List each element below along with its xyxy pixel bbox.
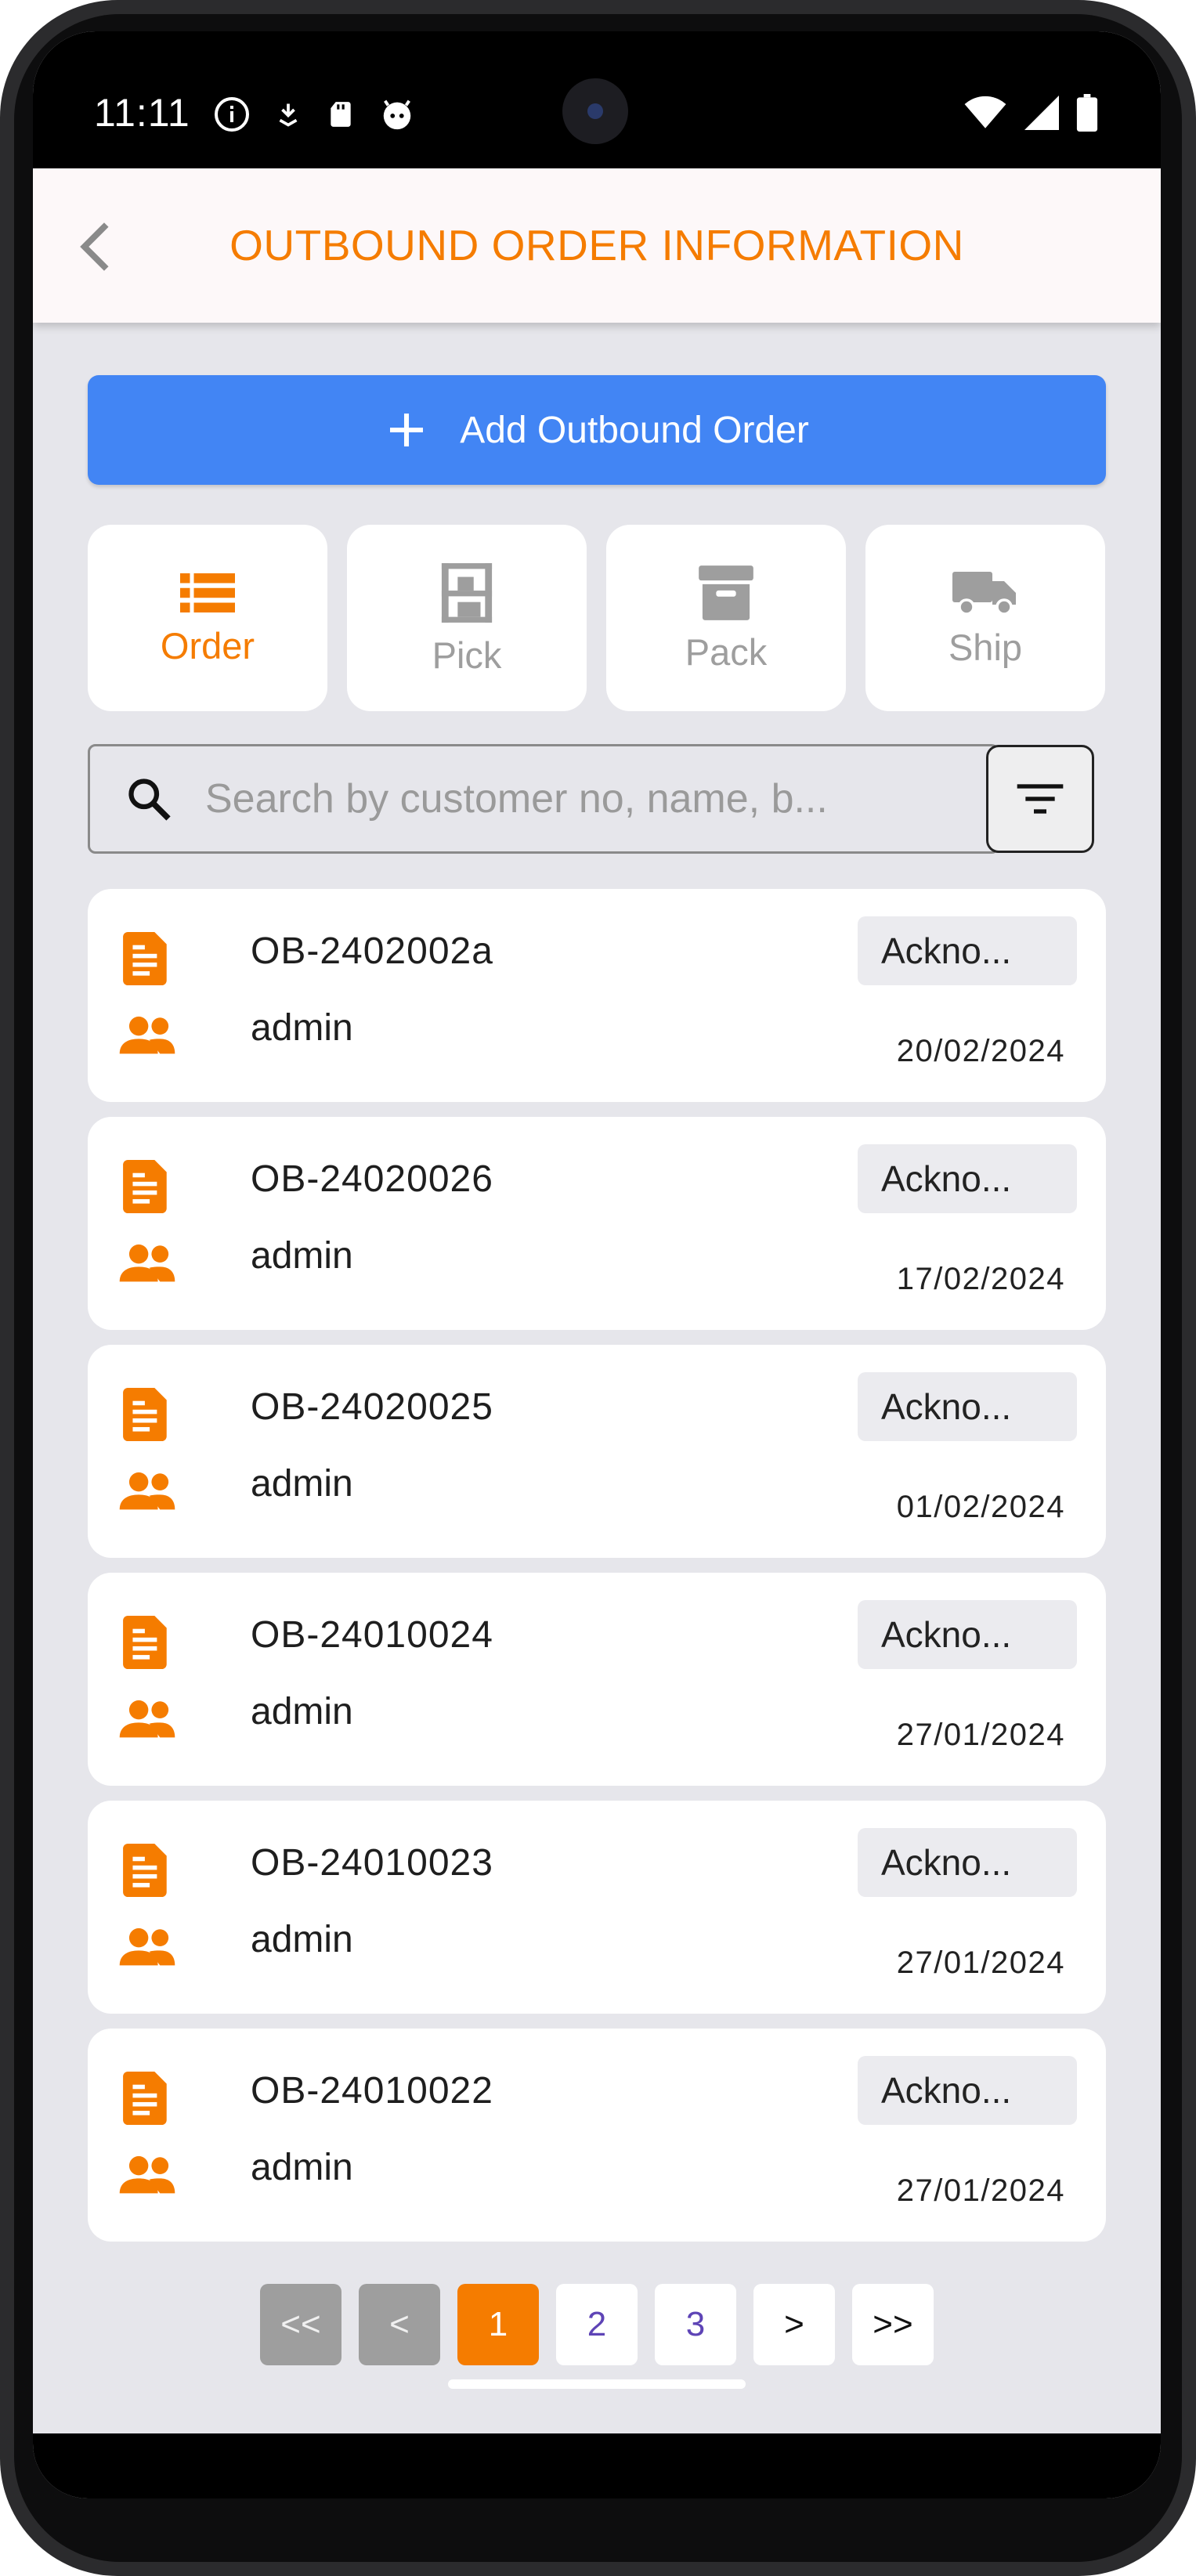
volume-button <box>1193 1018 1196 1253</box>
order-user: admin <box>251 1919 353 1960</box>
order-card[interactable]: OB-24010024 admin Ackno... 27/01/2024 <box>88 1573 1106 1786</box>
tab-ship-label: Ship <box>948 626 1023 668</box>
shelf-icon <box>441 562 493 623</box>
order-card[interactable]: OB-2402002a admin Ackno... 20/02/2024 <box>88 889 1106 1102</box>
order-user: admin <box>251 1691 353 1732</box>
status-badge: Ackno... <box>858 916 1077 985</box>
search-icon <box>128 779 171 821</box>
archive-box-icon <box>699 565 753 620</box>
search-input[interactable] <box>204 775 959 823</box>
tab-pack[interactable]: Pack <box>606 525 846 711</box>
order-number: OB-24010022 <box>251 2070 493 2112</box>
navigation-bar <box>33 2433 1161 2498</box>
status-badge: Ackno... <box>858 1828 1077 1897</box>
search-box[interactable] <box>88 744 999 854</box>
order-user: admin <box>251 2147 353 2188</box>
order-number: OB-24020026 <box>251 1158 493 1200</box>
document-icon <box>122 1388 172 1445</box>
people-icon <box>117 1696 177 1744</box>
order-date: 27/01/2024 <box>896 1946 1065 1980</box>
workflow-tabs: Order Pick Pack Ship <box>88 525 1106 711</box>
order-date: 27/01/2024 <box>896 1718 1065 1752</box>
front-camera <box>562 78 628 144</box>
document-icon <box>122 2072 172 2129</box>
status-badge: Ackno... <box>858 1372 1077 1441</box>
tab-pick-label: Pick <box>432 634 502 676</box>
page-title: OUTBOUND ORDER INFORMATION <box>229 221 964 269</box>
document-icon <box>122 1616 172 1673</box>
next-page-button[interactable]: > <box>753 2284 835 2365</box>
document-icon <box>122 932 172 989</box>
screen: 11:11 OUTBOUND ORDER INFORMATION Add Out… <box>33 31 1161 2498</box>
order-user: admin <box>251 1235 353 1277</box>
order-number: OB-24010023 <box>251 1842 493 1884</box>
people-icon <box>117 1924 177 1972</box>
tab-ship[interactable]: Ship <box>865 525 1105 711</box>
info-icon <box>215 97 249 132</box>
order-user: admin <box>251 1463 353 1505</box>
order-card[interactable]: OB-24020025 admin Ackno... 01/02/2024 <box>88 1345 1106 1558</box>
people-icon <box>117 1469 177 1516</box>
tab-order-label: Order <box>160 624 255 667</box>
plus-icon <box>390 414 424 446</box>
order-card[interactable]: OB-24010022 admin Ackno... 27/01/2024 <box>88 2029 1106 2242</box>
filter-icon <box>1017 784 1064 814</box>
download-icon <box>279 103 298 127</box>
order-user: admin <box>251 1007 353 1049</box>
order-date: 17/02/2024 <box>896 1262 1065 1296</box>
status-badge: Ackno... <box>858 1144 1077 1213</box>
order-card[interactable]: OB-24010023 admin Ackno... 27/01/2024 <box>88 1801 1106 2014</box>
app-bar: OUTBOUND ORDER INFORMATION <box>33 168 1161 323</box>
order-number: OB-24020025 <box>251 1386 493 1428</box>
order-number: OB-24010024 <box>251 1614 493 1656</box>
order-number: OB-2402002a <box>251 930 493 972</box>
truck-icon <box>952 571 1016 616</box>
order-date: 27/01/2024 <box>896 2173 1065 2208</box>
cellular-signal-icon <box>1024 96 1059 130</box>
people-icon <box>117 1241 177 1288</box>
order-date: 20/02/2024 <box>896 1034 1065 1068</box>
tab-pick[interactable]: Pick <box>347 525 587 711</box>
home-gesture-handle[interactable] <box>448 2379 746 2389</box>
first-page-button[interactable]: << <box>260 2284 341 2365</box>
filter-button[interactable] <box>986 745 1094 853</box>
android-face-icon <box>383 99 411 130</box>
order-card[interactable]: OB-24020026 admin Ackno... 17/02/2024 <box>88 1117 1106 1330</box>
battery-icon <box>1076 94 1098 132</box>
page-3-button[interactable]: 3 <box>655 2284 736 2365</box>
status-time: 11:11 <box>94 91 190 135</box>
last-page-button[interactable]: >> <box>852 2284 934 2365</box>
pagination: << < 1 2 3 > >> <box>260 2284 934 2365</box>
sd-card-icon <box>331 102 351 127</box>
list-icon <box>180 573 235 612</box>
power-button <box>1193 783 1196 909</box>
wifi-icon <box>964 96 1006 128</box>
phone-frame: 11:11 OUTBOUND ORDER INFORMATION Add Out… <box>0 0 1196 2576</box>
tab-order[interactable]: Order <box>88 525 327 711</box>
status-badge: Ackno... <box>858 2056 1077 2125</box>
people-icon <box>117 1013 177 1060</box>
tab-pack-label: Pack <box>685 630 768 673</box>
document-icon <box>122 1160 172 1217</box>
previous-page-button[interactable]: < <box>359 2284 440 2365</box>
page-1-button[interactable]: 1 <box>457 2284 539 2365</box>
document-icon <box>122 1844 172 1901</box>
add-outbound-order-label: Add Outbound Order <box>460 409 809 451</box>
people-icon <box>117 2152 177 2200</box>
status-badge: Ackno... <box>858 1600 1077 1669</box>
page-2-button[interactable]: 2 <box>556 2284 638 2365</box>
status-bar: 11:11 <box>33 31 1161 168</box>
order-date: 01/02/2024 <box>896 1490 1065 1524</box>
add-outbound-order-button[interactable]: Add Outbound Order <box>88 375 1106 485</box>
